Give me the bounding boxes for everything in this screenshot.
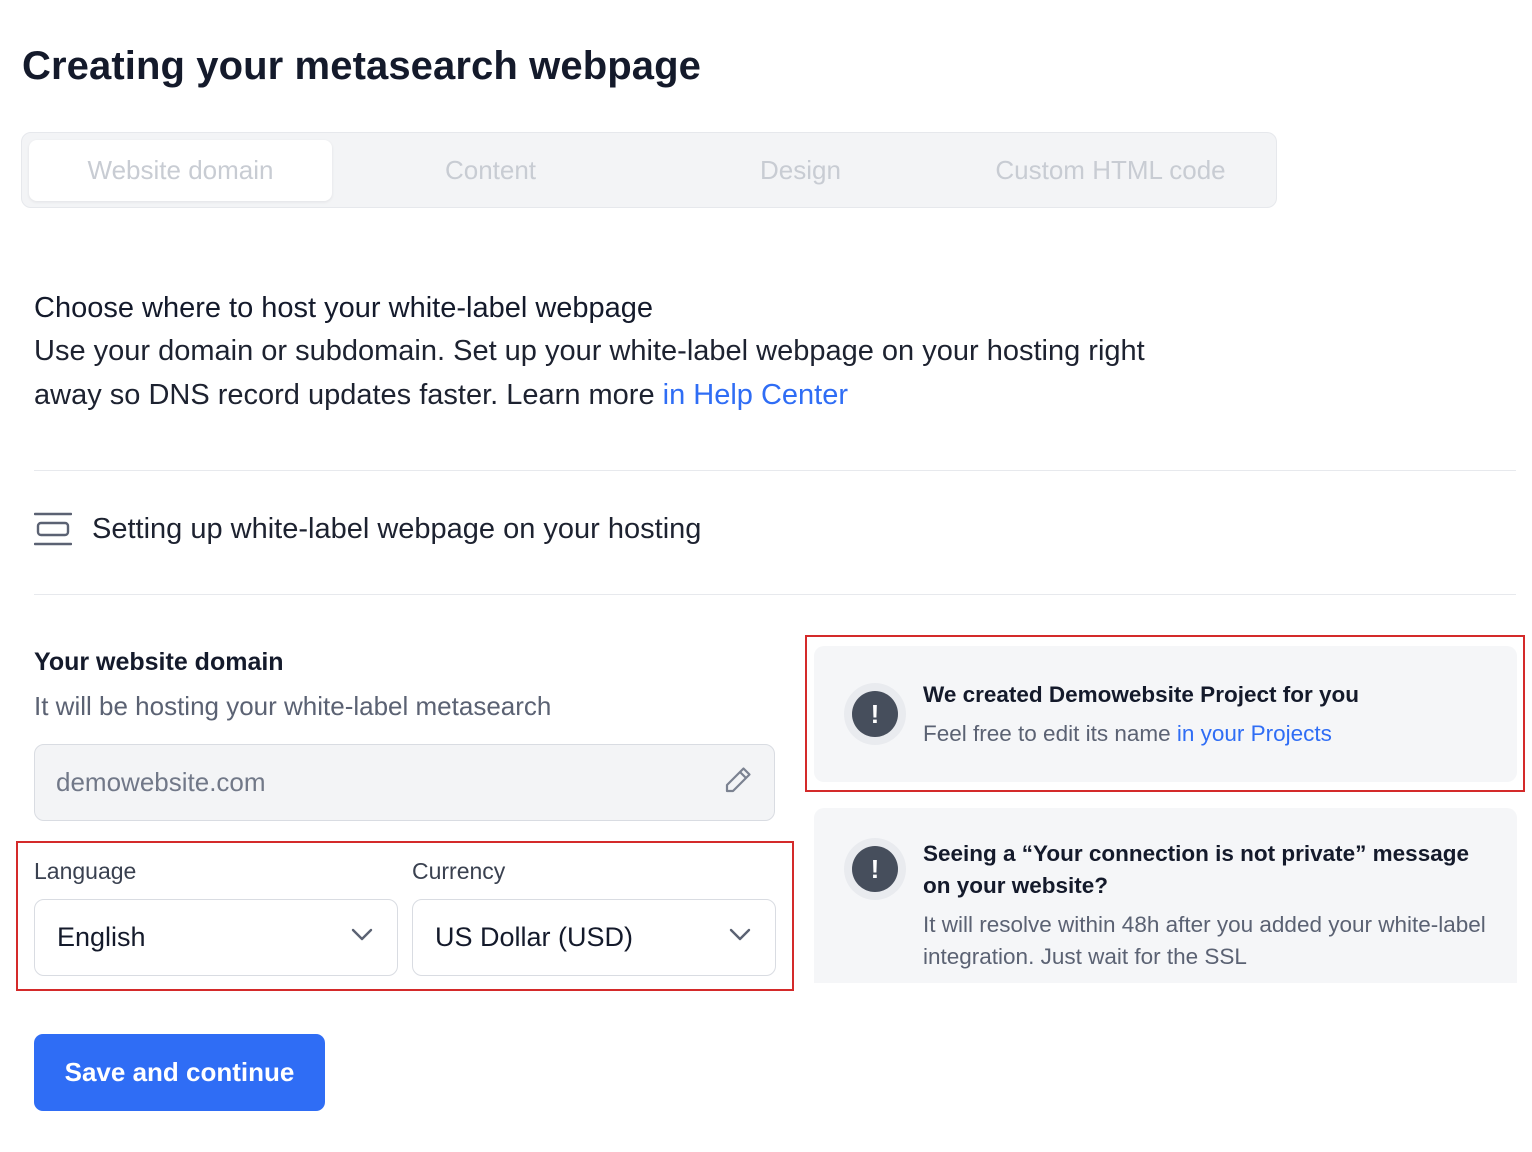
projects-link[interactable]: in your Projects (1177, 721, 1332, 746)
chevron-down-icon (351, 928, 373, 947)
ssl-notice-title: Seeing a “Your connection is not private… (923, 841, 1469, 898)
domain-heading: Your website domain (34, 648, 284, 676)
intro-heading: Choose where to host your white-label we… (34, 292, 654, 324)
intro-body: Use your domain or subdomain. Set up you… (34, 329, 1214, 417)
language-value: English (57, 922, 146, 952)
ssl-notice: ! Seeing a “Your connection is not priva… (814, 808, 1517, 983)
intro-section: Choose where to host your white-label we… (34, 288, 1214, 417)
currency-value: US Dollar (USD) (435, 922, 634, 952)
language-currency-row: Language English Currency US Dollar (USD… (34, 858, 776, 976)
intro-body-text: Use your domain or subdomain. Set up you… (34, 335, 1145, 411)
hosting-option[interactable]: Setting up white-label webpage on your h… (34, 510, 701, 548)
project-created-notice: ! We created Demowebsite Project for you… (814, 646, 1517, 782)
chevron-down-icon (729, 928, 751, 947)
save-and-continue-button[interactable]: Save and continue (34, 1034, 325, 1111)
notice-text: Feel free to edit its name in your Proje… (923, 718, 1359, 750)
notice-title: We created Demowebsite Project for you (923, 681, 1359, 707)
notice-text-body: Feel free to edit its name (923, 720, 1177, 746)
pencil-icon[interactable] (722, 764, 754, 801)
tab-website-domain[interactable]: Website domain (29, 139, 332, 201)
divider (34, 594, 1516, 595)
tab-custom-html-code[interactable]: Custom HTML code (959, 140, 1262, 201)
ssl-notice-text: It will resolve within 48h after you add… (923, 912, 1486, 969)
domain-subtitle: It will be hosting your white-label meta… (34, 691, 552, 721)
tab-content[interactable]: Content (339, 140, 642, 201)
divider (34, 470, 1516, 471)
hosting-option-label: Setting up white-label webpage on your h… (92, 512, 702, 545)
currency-group: Currency US Dollar (USD) (412, 858, 776, 976)
currency-select[interactable]: US Dollar (USD) (412, 899, 776, 976)
step-tabs: Website domain Content Design Custom HTM… (21, 132, 1277, 208)
exclamation-icon: ! (844, 683, 906, 745)
notice-content: We created Demowebsite Project for you F… (923, 679, 1359, 750)
domain-field[interactable]: demowebsite.com (34, 744, 775, 821)
currency-label: Currency (412, 858, 506, 884)
language-group: Language English (34, 858, 398, 976)
domain-section: Your website domain It will be hosting y… (34, 648, 776, 821)
help-center-link[interactable]: in Help Center (663, 379, 848, 411)
hosting-layout-icon (34, 510, 72, 548)
ssl-notice-content: Seeing a “Your connection is not private… (923, 838, 1487, 983)
tab-design[interactable]: Design (649, 140, 952, 201)
language-label: Language (34, 858, 137, 884)
domain-field-value: demowebsite.com (56, 767, 266, 797)
page-title: Creating your metasearch webpage (22, 44, 701, 88)
exclamation-icon: ! (844, 838, 906, 900)
language-select[interactable]: English (34, 899, 398, 976)
